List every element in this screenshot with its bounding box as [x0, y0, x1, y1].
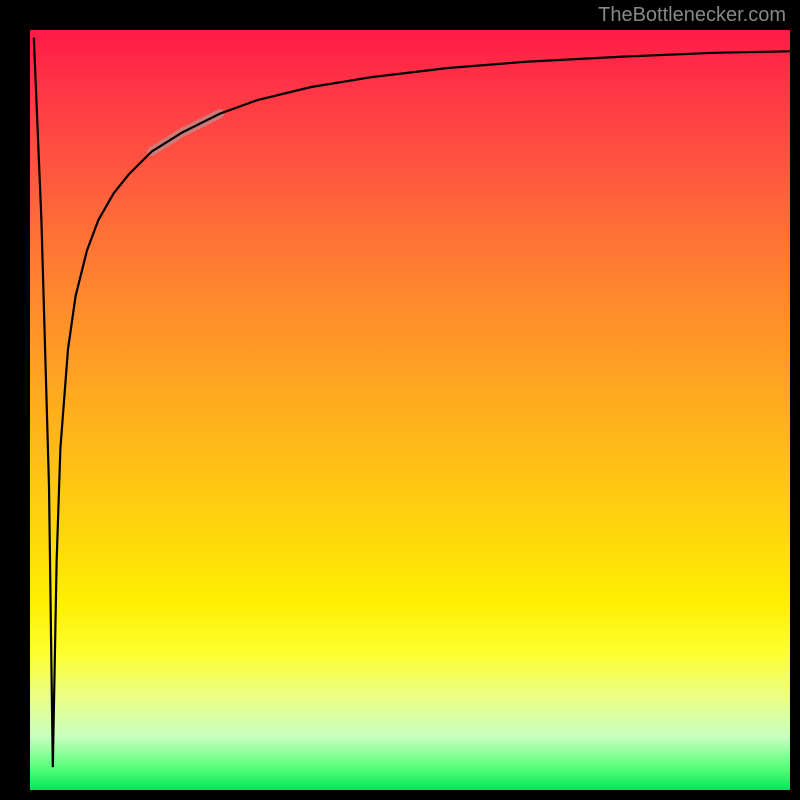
watermark-text: TheBottlenecker.com: [598, 4, 786, 27]
chart-background-gradient: [30, 30, 790, 790]
